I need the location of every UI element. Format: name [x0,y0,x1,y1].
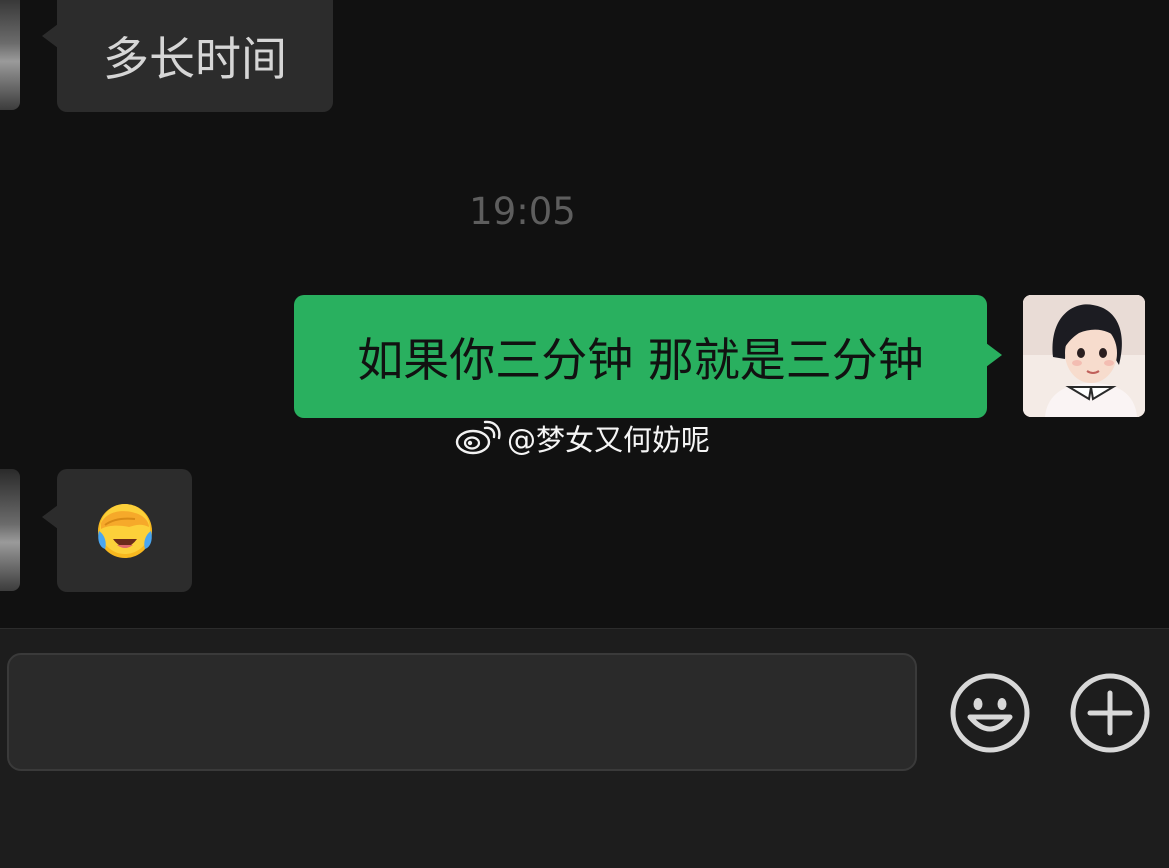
watermark-text: @梦女又何妨呢 [507,423,711,457]
user-avatar[interactable] [1023,295,1145,417]
incoming-message-bubble[interactable] [42,469,192,592]
contact-avatar[interactable] [0,0,20,110]
outgoing-message-bubble[interactable]: 如果你三分钟 那就是三分钟 [294,295,1002,418]
chat-area[interactable]: 多长时间 19:05 如果你三分钟 那就是三分钟 @梦女又何妨呢 [0,0,1169,628]
message-timestamp: 19:05 [469,190,576,233]
smiley-icon [950,673,1030,753]
message-input[interactable] [7,653,917,771]
weibo-watermark: @梦女又何妨呢 [455,418,710,458]
weibo-logo-icon [455,420,501,455]
face-with-hand-over-eyes-laughing-emoji-icon [97,503,152,558]
message-input-bar [0,628,1169,868]
anime-girl-avatar-icon [1023,295,1145,417]
emoji-button[interactable] [950,673,1030,753]
message-text: 如果你三分钟 那就是三分钟 [357,332,924,387]
more-options-button[interactable] [1070,673,1150,753]
plus-circle-icon [1070,673,1150,753]
incoming-message-bubble[interactable]: 多长时间 [42,0,333,112]
message-text: 多长时间 [103,32,287,86]
contact-avatar[interactable] [0,469,20,591]
